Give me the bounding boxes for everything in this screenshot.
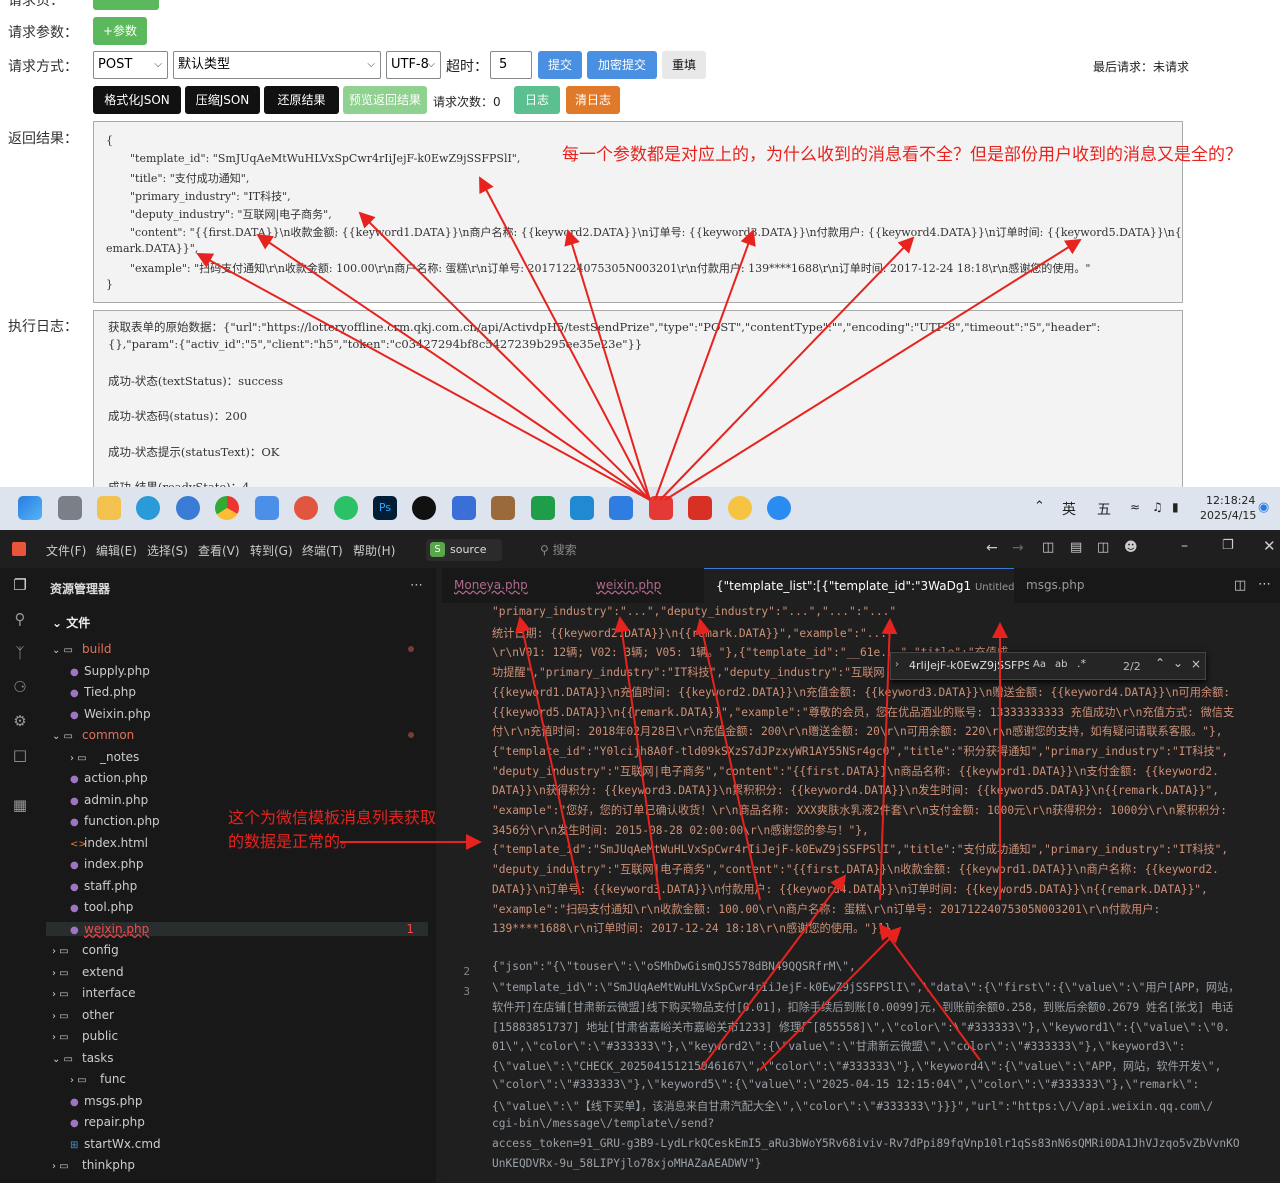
arrow-line (699, 874, 847, 1071)
arrow-line (654, 229, 756, 501)
arrow-line (614, 616, 661, 901)
arrow-line (695, 618, 761, 901)
arrow-line (515, 616, 581, 896)
arrow-line (256, 233, 651, 501)
arrow-line (879, 618, 898, 901)
annotation-arrows (196, 176, 1082, 1071)
arrow-line (479, 176, 651, 501)
arrow-line (759, 926, 902, 1071)
arrow-line (196, 253, 651, 501)
arrow-line (878, 923, 981, 1061)
